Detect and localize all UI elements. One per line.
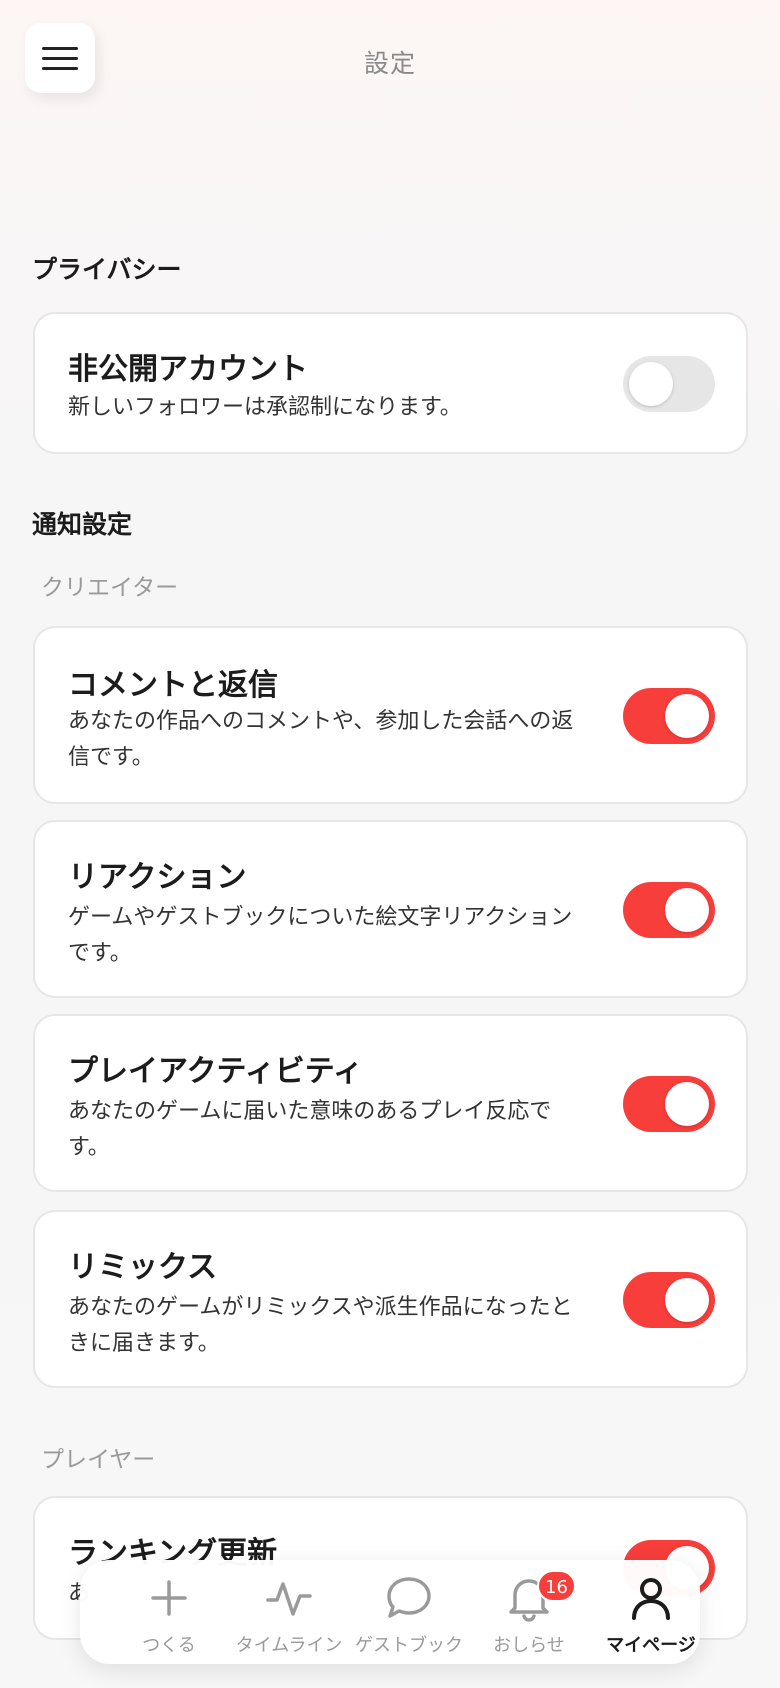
tab-timeline[interactable]: タイムライン xyxy=(229,1560,349,1664)
reactions-toggle[interactable] xyxy=(623,882,715,938)
tab-create[interactable]: つくる xyxy=(109,1560,229,1664)
tab-label: タイムライン xyxy=(235,1635,343,1656)
setting-title: プレイアクティビティ xyxy=(68,1054,363,1089)
plus-icon xyxy=(151,1580,187,1616)
toggle-knob xyxy=(665,1082,709,1126)
bottom-tab-bar: つくる タイムライン ゲストブック 16 おしらせ マイページ xyxy=(80,1560,700,1664)
section-heading-privacy: プライバシー xyxy=(32,255,182,284)
group-label-creator: クリエイター xyxy=(41,575,179,601)
person-icon xyxy=(632,1578,670,1620)
toggle-knob xyxy=(665,694,709,738)
setting-title: リミックス xyxy=(68,1250,218,1285)
page-title: 設定 xyxy=(363,49,416,78)
setting-card-play-activity: プレイアクティビティ あなたのゲームに届いた意味のあるプレイ反応です。 xyxy=(33,1014,748,1192)
setting-title: コメントと返信 xyxy=(68,668,278,703)
setting-card-remix: リミックス あなたのゲームがリミックスや派生作品になったときに届きます。 xyxy=(33,1210,748,1388)
setting-description: ゲームやゲストブックについた絵文字リアクションです。 xyxy=(68,905,573,966)
comments-toggle[interactable] xyxy=(623,688,715,744)
remix-toggle[interactable] xyxy=(623,1272,715,1328)
tab-guestbook[interactable]: ゲストブック xyxy=(349,1560,469,1664)
setting-card-comments: コメントと返信 あなたの作品へのコメントや、参加した会話への返信です。 xyxy=(33,626,748,804)
tab-label: つくる xyxy=(142,1635,196,1656)
toggle-knob xyxy=(665,888,709,932)
tab-label: ゲストブック xyxy=(355,1635,463,1656)
tab-label: マイページ xyxy=(606,1635,696,1656)
setting-description: 新しいフォロワーは承認制になります。 xyxy=(68,395,462,420)
chat-bubble-icon xyxy=(387,1577,431,1618)
setting-card-reactions: リアクション ゲームやゲストブックについた絵文字リアクションです。 xyxy=(33,820,748,998)
setting-description: あなたの作品へのコメントや、参加した会話への返信です。 xyxy=(68,709,574,770)
setting-card-private-account: 非公開アカウント 新しいフォロワーは承認制になります。 xyxy=(33,312,748,454)
setting-title: リアクション xyxy=(68,860,247,895)
private-account-toggle[interactable] xyxy=(623,356,715,412)
section-heading-notifications: 通知設定 xyxy=(32,510,133,539)
group-label-player: プレイヤー xyxy=(41,1447,156,1473)
tab-mypage[interactable]: マイページ xyxy=(591,1560,711,1664)
toggle-knob xyxy=(665,1278,709,1322)
activity-icon xyxy=(266,1582,312,1616)
tab-notifications[interactable]: 16 おしらせ xyxy=(469,1560,589,1664)
toggle-knob xyxy=(629,362,673,406)
play-activity-toggle[interactable] xyxy=(623,1076,715,1132)
notification-count-badge: 16 xyxy=(537,1570,576,1602)
setting-title: 非公開アカウント xyxy=(68,352,308,387)
settings-page: 設定 プライバシー 非公開アカウント 新しいフォロワーは承認制になります。 通知… xyxy=(0,0,780,1688)
setting-description: あなたのゲームに届いた意味のあるプレイ反応です。 xyxy=(68,1099,552,1160)
tab-label: おしらせ xyxy=(493,1635,565,1656)
setting-description: あなたのゲームがリミックスや派生作品になったときに届きます。 xyxy=(68,1295,573,1356)
